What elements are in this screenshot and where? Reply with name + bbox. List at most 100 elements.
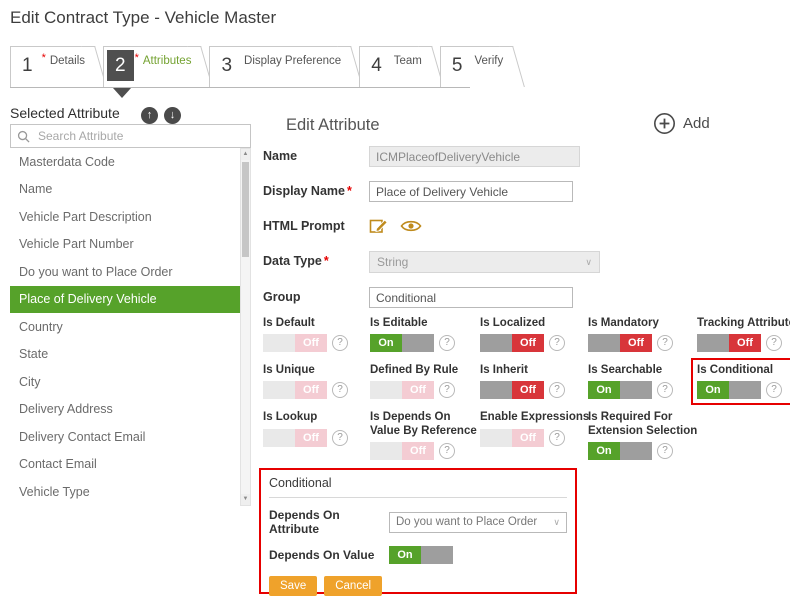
help-icon[interactable]: ?	[332, 382, 348, 398]
toggle-is-default: Is DefaultOff?	[263, 317, 370, 352]
save-button[interactable]: Save	[269, 576, 317, 596]
attribute-list-item[interactable]: Delivery Address	[10, 396, 240, 424]
arrow-up-icon: ↑	[147, 109, 153, 121]
step-label: Display Preference	[244, 55, 341, 67]
help-icon[interactable]: ?	[439, 335, 455, 351]
attribute-list-item[interactable]: Vehicle Part Description	[10, 203, 240, 231]
scrollbar[interactable]: ▲ ▼	[240, 148, 251, 506]
toggle-on-segment	[263, 381, 295, 399]
attribute-list-item[interactable]: Do you want to Place Order	[10, 258, 240, 286]
help-icon[interactable]: ?	[439, 443, 455, 459]
attribute-list-item[interactable]: Name	[10, 176, 240, 204]
toggle-is-inherit: Is InheritOff?	[480, 364, 588, 399]
tab-step-details[interactable]: 1*Details	[10, 46, 94, 87]
toggle-row: Off?	[480, 381, 588, 399]
toggle-on-segment: On	[370, 334, 402, 352]
help-icon[interactable]: ?	[657, 335, 673, 351]
toggle-switch[interactable]: On	[389, 546, 453, 564]
attribute-list-item[interactable]: Contact Email	[10, 451, 240, 479]
toggle-label: Is Conditional	[697, 364, 790, 377]
depends-on-value-label: Depends On Value	[269, 548, 389, 562]
move-up-button[interactable]: ↑	[141, 107, 158, 124]
toggle-row: Off?	[697, 334, 790, 352]
toggle-switch[interactable]: Off	[263, 381, 327, 399]
help-icon[interactable]: ?	[332, 335, 348, 351]
help-icon[interactable]: ?	[657, 443, 673, 459]
toggle-is-localized: Is LocalizedOff?	[480, 317, 588, 352]
step-label: Details	[50, 55, 85, 67]
add-button[interactable]: Add	[653, 112, 710, 135]
toggle-on-segment	[263, 334, 295, 352]
step-number: 4	[363, 50, 390, 81]
data-type-label: Data Type*	[263, 251, 369, 268]
cancel-button[interactable]: Cancel	[324, 576, 382, 596]
toggle-switch[interactable]: Off	[480, 381, 544, 399]
toggle-off-segment: Off	[295, 334, 327, 352]
attribute-list: Masterdata CodeNameVehicle Part Descript…	[10, 148, 240, 506]
attribute-list-item[interactable]: Place of Delivery Vehicle	[10, 286, 240, 314]
toggle-grid: Is DefaultOff?Is EditableOn?Is Localized…	[263, 317, 790, 460]
attribute-list-item[interactable]: Delivery Contact Email	[10, 423, 240, 451]
tab-step-team[interactable]: 4Team	[359, 46, 431, 87]
depends-on-attribute-select[interactable]: Do you want to Place Order ∨	[389, 512, 567, 533]
help-icon[interactable]: ?	[766, 335, 782, 351]
scroll-down-arrow[interactable]: ▼	[241, 494, 250, 505]
toggle-switch[interactable]: On	[370, 334, 434, 352]
attribute-list-item[interactable]: Country	[10, 313, 240, 341]
toggle-switch[interactable]: Off	[370, 442, 434, 460]
tab-step-attributes[interactable]: 2*Attributes	[103, 46, 200, 87]
help-icon[interactable]: ?	[549, 430, 565, 446]
toggle-switch[interactable]: Off	[480, 334, 544, 352]
conditional-section-title: Conditional	[269, 476, 567, 490]
scroll-up-arrow[interactable]: ▲	[241, 149, 250, 160]
help-icon[interactable]: ?	[657, 382, 673, 398]
group-input[interactable]	[369, 287, 573, 308]
toggle-on-segment: On	[588, 381, 620, 399]
attribute-list-item[interactable]: Vehicle Part Number	[10, 231, 240, 259]
toggle-row: Off?	[370, 442, 480, 460]
toggle-row: Off?	[370, 381, 480, 399]
attribute-list-item[interactable]: Masterdata Code	[10, 148, 240, 176]
help-icon[interactable]: ?	[332, 430, 348, 446]
attribute-list-item[interactable]: Vehicle Type	[10, 478, 240, 506]
toggle-switch[interactable]: On	[588, 381, 652, 399]
attribute-list-item[interactable]: City	[10, 368, 240, 396]
preview-eye-icon[interactable]	[400, 218, 422, 234]
move-down-button[interactable]: ↓	[164, 107, 181, 124]
help-icon[interactable]: ?	[549, 382, 565, 398]
help-icon[interactable]: ?	[766, 382, 782, 398]
toggle-switch[interactable]: On	[697, 381, 761, 399]
toggle-switch[interactable]: On	[588, 442, 652, 460]
toggle-label: Is Unique	[263, 364, 370, 377]
toggle-off-segment: Off	[295, 381, 327, 399]
edit-html-icon[interactable]	[369, 217, 389, 235]
help-icon[interactable]: ?	[549, 335, 565, 351]
field-row-html-prompt: HTML Prompt	[263, 216, 693, 237]
help-icon[interactable]: ?	[439, 382, 455, 398]
toggle-switch[interactable]: Off	[263, 429, 327, 447]
attribute-list-item[interactable]: State	[10, 341, 240, 369]
name-input[interactable]	[369, 146, 580, 167]
field-row-group: Group	[263, 287, 693, 308]
data-type-select[interactable]: String ∨	[369, 251, 600, 273]
sidebar-title: Selected Attribute	[10, 105, 120, 121]
toggle-switch[interactable]: Off	[697, 334, 761, 352]
toggle-switch[interactable]: Off	[588, 334, 652, 352]
toggle-row: Off?	[263, 334, 370, 352]
toggle-off-segment	[421, 546, 453, 564]
toggle-on-segment	[263, 429, 295, 447]
tab-step-verify[interactable]: 5Verify	[440, 46, 512, 87]
toggle-off-segment: Off	[512, 334, 544, 352]
scrollbar-thumb[interactable]	[242, 162, 249, 257]
step-number: 1	[14, 50, 41, 81]
toggle-off-segment: Off	[295, 429, 327, 447]
toggle-switch[interactable]: Off	[480, 429, 544, 447]
add-plus-icon	[653, 112, 676, 135]
field-row-data-type: Data Type* String ∨	[263, 251, 693, 273]
display-name-input[interactable]	[369, 181, 573, 202]
toggle-switch[interactable]: Off	[263, 334, 327, 352]
tab-step-display-preference[interactable]: 3Display Preference	[209, 46, 350, 87]
display-name-label-text: Display Name	[263, 184, 345, 198]
toggle-switch[interactable]: Off	[370, 381, 434, 399]
search-input[interactable]	[36, 128, 244, 144]
